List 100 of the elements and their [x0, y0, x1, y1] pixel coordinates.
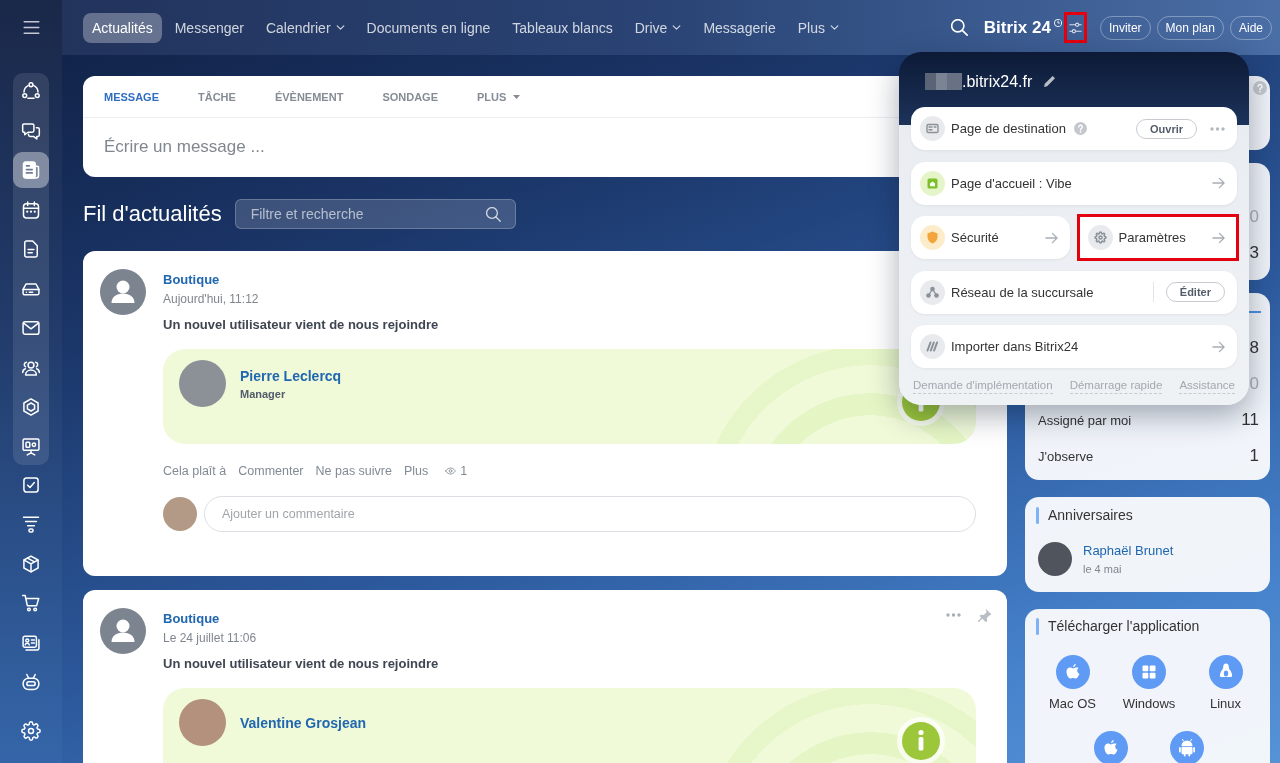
menu-item-card[interactable]: Page de destination Ouvrir [911, 107, 1237, 150]
counter-label: Assigné par moi [1038, 412, 1132, 428]
funnel-icon [21, 514, 41, 535]
penguin-icon [1208, 655, 1243, 689]
nav-tab[interactable]: Tableaux blancs [503, 12, 622, 43]
newspaper-icon [21, 160, 41, 180]
envelope-icon [21, 318, 41, 338]
settings-button[interactable] [1063, 12, 1087, 43]
nav-tab[interactable]: Drive [625, 12, 691, 43]
chat-bubbles-icon [21, 120, 41, 141]
composer-tab[interactable]: MESSAGE [104, 90, 159, 103]
person-name-link[interactable]: Raphaël Brunet [1083, 542, 1174, 559]
counter-value: 11 [1241, 410, 1259, 430]
counter-value: 1 [1249, 446, 1259, 466]
action-link[interactable]: Ne pas suivre [315, 463, 392, 479]
app-download-button[interactable]: Mac OS [1034, 655, 1111, 711]
nav-tab[interactable]: Actualités [83, 12, 162, 43]
presentation-board-icon [21, 436, 41, 457]
user-role: Manager [240, 386, 286, 401]
post-text: Un nouvel utilisateur vient de nous rejoindre [163, 316, 439, 334]
menu-item-card[interactable]: Paramètres [1078, 216, 1237, 259]
avatar-placeholder [179, 699, 226, 746]
shield-icon [920, 225, 945, 250]
eye-icon [445, 467, 457, 475]
post-time: Aujourd'hui, 11:12 [163, 291, 259, 307]
counter-value: 0 [1249, 374, 1259, 394]
feed-title: Fil d'actualités [83, 200, 222, 228]
app-download-button[interactable]: Windows [1110, 655, 1188, 711]
avatar-placeholder [1038, 542, 1072, 576]
redaction-block [925, 73, 962, 90]
composer-tab[interactable]: TÂCHE [198, 90, 236, 103]
nav-tab[interactable]: Messagerie [694, 12, 785, 43]
widget-title: Télécharger l'application [1048, 617, 1200, 635]
search-icon[interactable] [950, 19, 968, 36]
composer-tab[interactable]: SONDAGE [382, 90, 438, 103]
menu-item-label: Page de destination [951, 121, 1066, 136]
menu-item-card[interactable]: Page d'accueil : Vibe [911, 161, 1237, 205]
search-field[interactable]: Filtre et recherche [234, 199, 516, 229]
package-icon [21, 553, 41, 574]
avatar-placeholder [179, 360, 226, 407]
counter-value: 0 [1249, 207, 1259, 227]
menu-icon[interactable] [22, 21, 40, 34]
menu-item-card[interactable]: Réseau de la succursale Éditer [911, 270, 1237, 314]
menu-item-label: Importer dans Bitrix24 [951, 339, 1079, 354]
counter-value: 8 [1249, 338, 1259, 358]
sidebar-button[interactable] [13, 152, 49, 188]
menu-item-label: Page d'accueil : Vibe [951, 175, 1072, 191]
view-count: 1 [460, 463, 468, 479]
nav-tab[interactable]: Messenger [165, 12, 253, 43]
brand-logo-text: Bitrix 24 [983, 17, 1051, 38]
menu-item-card[interactable]: Importer dans Bitrix24 [911, 325, 1237, 368]
search-icon[interactable] [485, 206, 501, 222]
robot-icon [21, 671, 41, 692]
action-link[interactable]: Commenter [238, 463, 304, 479]
user-name-link[interactable]: Valentine Grosjean [240, 713, 367, 732]
portal-domain: .bitrix24.fr [962, 72, 1033, 91]
post-text: Un nouvel utilisateur vient de nous rejoindre [163, 655, 439, 673]
app-download-button[interactable]: Linux [1187, 655, 1264, 711]
counter-value: 3 [1249, 243, 1259, 263]
settings-icon [21, 721, 41, 741]
cycle-icon [21, 81, 41, 101]
windows-icon [1132, 655, 1166, 689]
user-silhouette-icon [100, 608, 146, 654]
widget-title: Anniversaires [1048, 506, 1133, 524]
more-dots-icon[interactable] [946, 613, 961, 617]
slashes-icon [920, 334, 945, 359]
apple-icon [1055, 655, 1090, 689]
nav-tab[interactable]: Calendrier [256, 12, 354, 43]
network-icon [920, 279, 945, 305]
author-link[interactable]: Boutique [163, 611, 220, 627]
sliders-icon [1068, 21, 1082, 34]
birthday-date: le 4 mai [1083, 561, 1122, 576]
author-link[interactable]: Boutique [163, 272, 220, 288]
pencil-icon[interactable] [1044, 76, 1056, 87]
counter-label: J'observe [1038, 448, 1094, 464]
hexagon-icon [21, 397, 41, 417]
action-link[interactable]: Cela plaît à [163, 463, 227, 479]
menu-item-label: Réseau de la succursale [951, 284, 1094, 300]
nav-tab[interactable]: Documents en ligne [357, 12, 500, 43]
menu-item-card[interactable]: Sécurité [911, 216, 1070, 259]
id-card-icon [920, 116, 945, 141]
composer-tab[interactable]: ÉVÈNEMENT [274, 90, 344, 103]
cart-icon [21, 593, 41, 614]
checkbox-icon [21, 475, 41, 495]
title-accent-bar [1036, 617, 1039, 635]
user-name-link[interactable]: Pierre Leclercq [240, 366, 342, 385]
home-icon [920, 170, 945, 196]
more-dots-icon[interactable] [1210, 126, 1225, 131]
title-accent-bar [1036, 506, 1039, 524]
menu-item-label: Sécurité [951, 230, 999, 245]
nav-tab[interactable]: Plus [788, 12, 848, 43]
menu-item-label: Paramètres [1118, 230, 1186, 245]
gear-icon [1087, 225, 1113, 250]
user-silhouette-icon [100, 269, 146, 315]
avatar-placeholder [163, 497, 197, 531]
action-link[interactable]: Plus [403, 463, 429, 479]
clock-icon [1053, 19, 1062, 27]
document-icon [21, 239, 41, 259]
composer-tab[interactable]: PLUS [477, 90, 521, 103]
calendar-icon [21, 199, 41, 220]
